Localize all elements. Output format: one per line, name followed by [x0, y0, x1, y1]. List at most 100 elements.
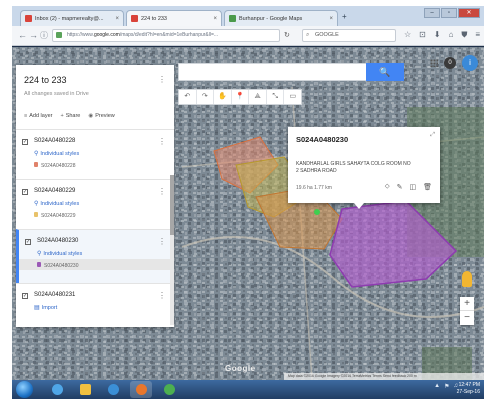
import-icon: ▤ [34, 305, 40, 311]
feature-label: S024A0480228 [41, 163, 76, 169]
layer-style-label: Individual styles [40, 151, 80, 157]
tray-expand-icon[interactable]: ▲ [434, 383, 440, 390]
mymaps-icon [131, 15, 138, 22]
add-photo-icon[interactable]: ◫ [409, 183, 416, 191]
layer-options-icon[interactable]: ⋮ [158, 237, 166, 246]
preview-icon: ◉ [88, 113, 94, 119]
edit-icon[interactable]: ✎ [397, 183, 403, 191]
reload-icon[interactable]: ↻ [284, 31, 290, 39]
map-options-icon[interactable]: ⋮ [158, 75, 166, 84]
zoom-in-button[interactable]: + [460, 297, 474, 311]
tab-label: Burhanpur - Google Maps [239, 15, 303, 22]
layer-style-link[interactable]: ⚲ Individual styles [34, 200, 79, 207]
minimize-button[interactable]: – [424, 8, 440, 18]
layer-style-link[interactable]: ⚲ Individual styles [37, 250, 82, 257]
add-marker-icon[interactable]: 📍 [232, 90, 250, 104]
measure-icon[interactable]: ▭ [284, 90, 301, 104]
redo-icon[interactable]: ↷ [197, 90, 215, 104]
url-bar[interactable]: https://www.google.com/maps/d/edit?hl=en… [52, 29, 280, 42]
layer-style-link[interactable]: ⚲ Individual styles [34, 150, 79, 157]
add-layer-button[interactable]: ≡ Add layer [24, 113, 52, 119]
close-icon[interactable]: × [213, 16, 217, 22]
panel-scrollbar[interactable] [170, 175, 174, 325]
map-attribution[interactable]: Map data ©2016 Google Imagery ©2016 Terr… [284, 373, 484, 380]
layer-checkbox[interactable]: ✓ [22, 139, 28, 145]
system-clock[interactable]: 12:47 PM 27-Sep-16 [457, 382, 480, 396]
feature-item[interactable]: S024A0480228 [34, 162, 75, 169]
maximize-button[interactable]: ▫ [441, 8, 457, 18]
url-domain: google.com [93, 32, 120, 38]
start-button[interactable] [16, 381, 33, 398]
notifications-icon[interactable]: 0 [444, 57, 456, 69]
save-status: All changes saved in Drive [24, 91, 89, 97]
feature-title[interactable]: S024A0480230 [296, 135, 348, 144]
close-icon[interactable]: × [329, 16, 333, 22]
close-icon[interactable]: × [115, 16, 119, 22]
taskbar-firefox-icon[interactable] [130, 381, 152, 398]
close-window-button[interactable]: ✕ [458, 8, 480, 18]
reader-icon[interactable]: ⊡ [419, 30, 426, 40]
import-link[interactable]: ▤ Import [34, 304, 57, 311]
feature-item[interactable]: S024A0480229 [34, 212, 75, 219]
layer-name[interactable]: S024A0480231 [34, 292, 75, 298]
map-search-button[interactable]: 🔍 [366, 63, 404, 81]
new-tab-button[interactable]: + [342, 12, 347, 21]
taskbar-chrome-icon[interactable] [158, 381, 180, 398]
hand-icon[interactable]: ✋ [214, 90, 232, 104]
layer-name[interactable]: S024A0480230 [37, 238, 78, 244]
layer-checkbox[interactable]: ✓ [25, 239, 31, 245]
back-icon[interactable]: ← [18, 30, 27, 40]
feature-description[interactable]: KANDHARLAL GIRLS SAHAYTA COLG ROOM NO 2 … [296, 161, 414, 175]
expand-icon[interactable]: ⤢ [430, 132, 435, 139]
taskbar-media-icon[interactable] [102, 381, 124, 398]
style-icon[interactable]: ⬦ [385, 183, 390, 191]
layer-item[interactable]: ✓ S024A0480231 ⋮ ▤ Import [16, 283, 174, 327]
browser-search-input[interactable]: ⌕ GOOGLE [302, 29, 396, 42]
bookmark-star-icon[interactable]: ☆ [404, 30, 411, 40]
feature-color-icon [34, 212, 38, 217]
share-button[interactable]: + Share [60, 113, 80, 119]
shield-icon[interactable]: ⛊ [461, 30, 467, 40]
zoom-controls: + − [460, 297, 474, 325]
tab-my-map[interactable]: 224 to 233 × [126, 10, 222, 26]
layer-checkbox[interactable]: ✓ [22, 293, 28, 299]
layer-name[interactable]: S024A0480228 [34, 138, 75, 144]
undo-icon[interactable]: ↶ [179, 90, 197, 104]
taskbar-ie-icon[interactable] [46, 381, 68, 398]
draw-line-icon[interactable]: ⟁ [249, 90, 267, 104]
browser-tab-bar: Inbox (2) - mapmerealty@... × 224 to 233… [12, 6, 484, 26]
street-view-pegman-icon[interactable] [462, 271, 472, 287]
info-icon[interactable]: ⓘ [40, 30, 48, 41]
map-search-input[interactable] [178, 63, 378, 81]
avatar[interactable]: i [462, 55, 478, 71]
download-icon[interactable]: ⬇ [434, 30, 441, 40]
apps-grid-icon[interactable] [430, 59, 438, 67]
directions-icon[interactable]: ⤡ [267, 90, 285, 104]
taskbar-explorer-icon[interactable] [74, 381, 96, 398]
flag-icon[interactable]: ⚑ [444, 383, 449, 390]
forward-icon[interactable]: → [29, 30, 38, 40]
scrollbar-thumb[interactable] [170, 175, 174, 235]
map-marker[interactable] [314, 209, 320, 215]
layer-options-icon[interactable]: ⋮ [158, 291, 166, 300]
map-canvas[interactable]: 🔍 ↶ ↷ ✋ 📍 ⟁ ⤡ ▭ 0 i 224 to 233 All chang… [12, 47, 484, 380]
preview-button[interactable]: ◉ Preview [88, 113, 114, 119]
feature-color-icon [37, 262, 41, 267]
feature-item[interactable]: S024A0480230 [37, 262, 78, 269]
layer-item[interactable]: ✓ S024A0480229 ⋮ ⚲ Individual styles S024… [16, 179, 174, 229]
layer-options-icon[interactable]: ⋮ [158, 187, 166, 196]
home-icon[interactable]: ⌂ [449, 30, 454, 40]
delete-icon[interactable]: 🗑 [423, 183, 432, 191]
layer-item-selected[interactable]: ✓ S024A0480230 ⋮ ⚲ Individual styles S024… [16, 229, 174, 283]
windows-taskbar: ▲ ⚑ ♫ 12:47 PM 27-Sep-16 [12, 380, 484, 399]
map-title[interactable]: 224 to 233 [24, 75, 67, 85]
layer-checkbox[interactable]: ✓ [22, 189, 28, 195]
menu-icon[interactable]: ≡ [475, 30, 480, 40]
layer-options-icon[interactable]: ⋮ [158, 137, 166, 146]
feature-actions: ⬦ ✎ ◫ 🗑 [385, 183, 432, 191]
zoom-out-button[interactable]: − [460, 311, 474, 325]
tab-google-maps[interactable]: Burhanpur - Google Maps × [224, 10, 338, 26]
layer-name[interactable]: S024A0480229 [34, 188, 75, 194]
layer-item[interactable]: ✓ S024A0480228 ⋮ ⚲ Individual styles S024… [16, 129, 174, 179]
tab-inbox[interactable]: Inbox (2) - mapmerealty@... × [20, 10, 124, 26]
